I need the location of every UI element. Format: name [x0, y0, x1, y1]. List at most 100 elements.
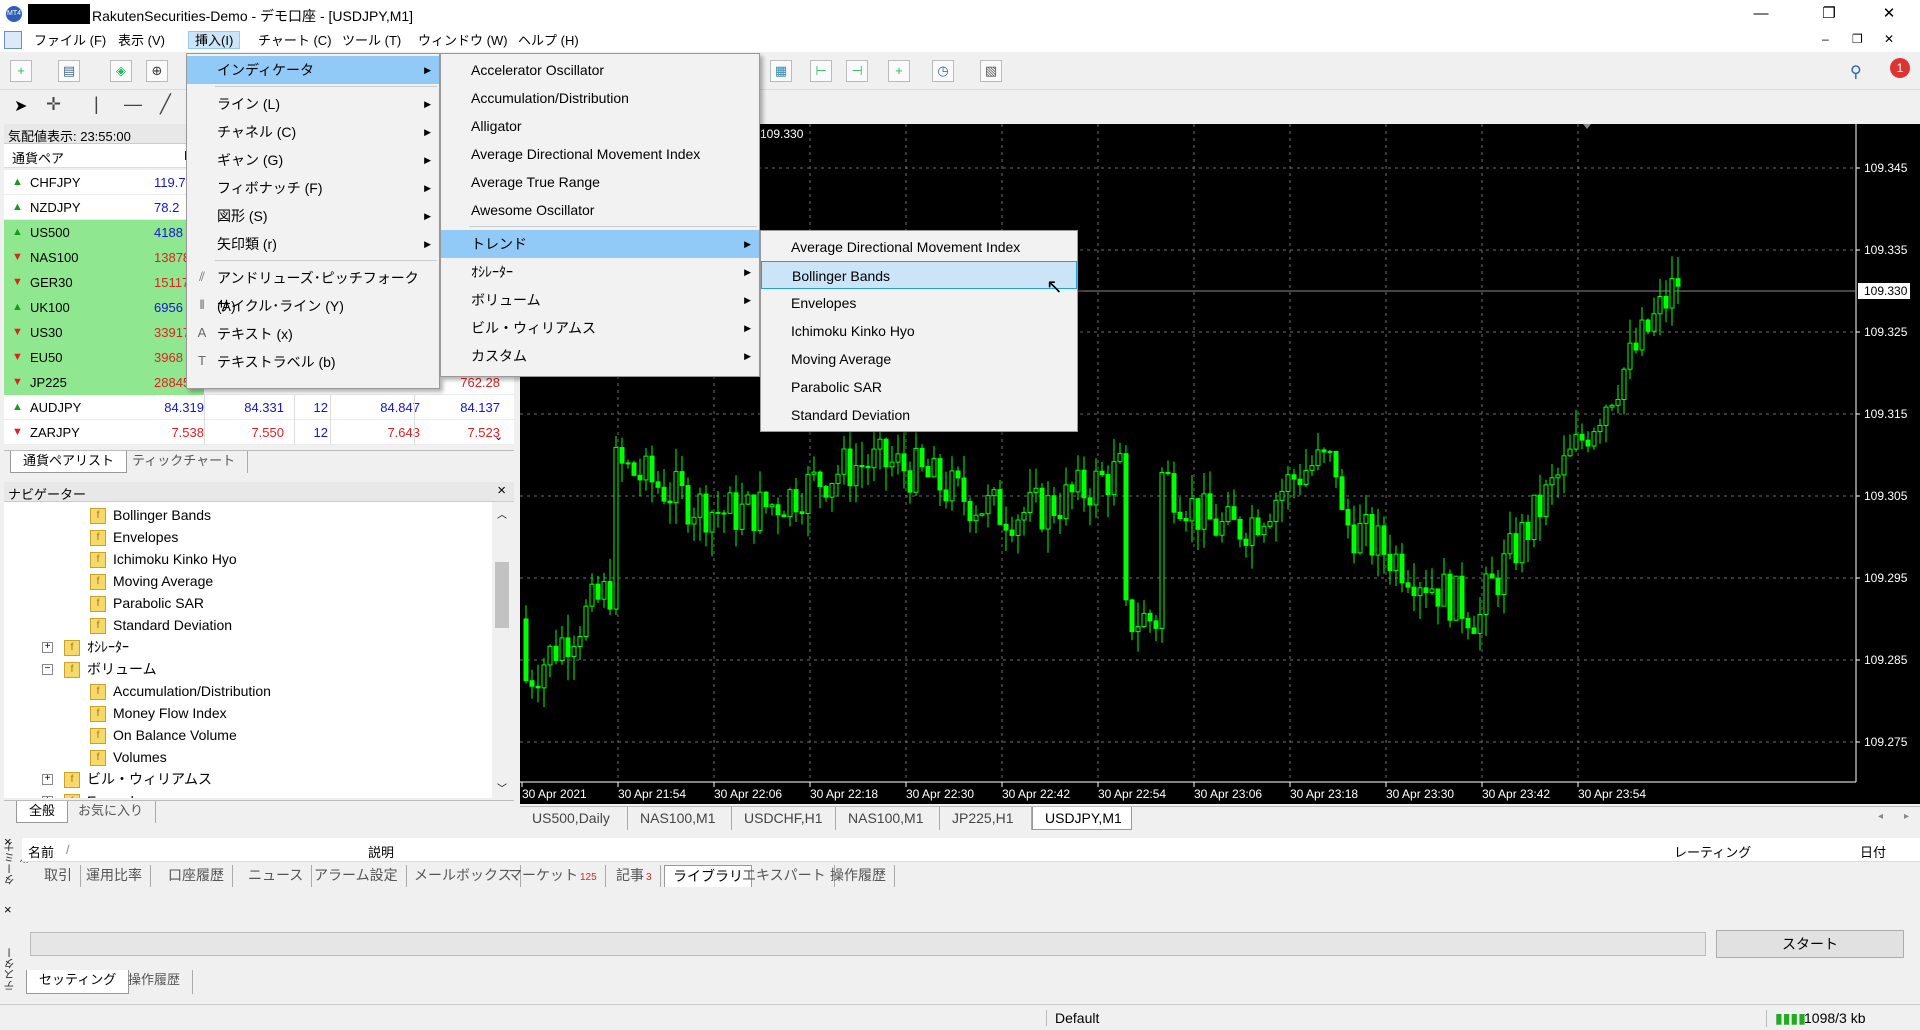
- menu-view[interactable]: 表示 (V): [112, 32, 171, 50]
- menu-item[interactable]: Average Directional Movement Index: [441, 140, 759, 168]
- menu-item[interactable]: Alligator: [441, 112, 759, 140]
- scroll-up-icon[interactable]: ︿: [497, 506, 507, 521]
- nav-tree-item[interactable]: f ｵｼﾚｰﾀｰ: [64, 636, 129, 658]
- navigator-scrollbar[interactable]: ︿ ﹀: [492, 502, 512, 798]
- menu-item[interactable]: A テキスト (x): [187, 320, 439, 348]
- scroll-down-icon[interactable]: ⌄: [494, 430, 503, 443]
- chart-shift-icon[interactable]: ⊢: [810, 60, 832, 82]
- indicators-icon[interactable]: +: [888, 60, 910, 82]
- nav-tree-item[interactable]: f Moving Average: [90, 570, 213, 592]
- menu-item[interactable]: Parabolic SAR: [761, 373, 1077, 401]
- menu-chart[interactable]: チャート (C): [252, 32, 338, 50]
- new-chart-icon[interactable]: +: [10, 60, 32, 82]
- notification-badge[interactable]: 1: [1890, 58, 1910, 78]
- tab-settings[interactable]: セッティング: [26, 970, 130, 994]
- menu-item[interactable]: Average Directional Movement Index: [761, 233, 1077, 261]
- menu-item[interactable]: ボリューム ▶: [441, 286, 759, 314]
- menu-item[interactable]: カスタム ▶: [441, 342, 759, 370]
- chart-tab[interactable]: NAS100,M1: [836, 807, 940, 830]
- market-watch-icon[interactable]: ◈: [110, 60, 132, 82]
- menu-item[interactable]: Standard Deviation: [761, 401, 1077, 429]
- crosshair-icon[interactable]: ✛: [46, 94, 61, 115]
- chart-tab[interactable]: NAS100,M1: [628, 807, 732, 830]
- menu-tools[interactable]: ツール (T): [336, 32, 407, 50]
- mdi-restore-icon[interactable]: ❐: [1852, 32, 1863, 46]
- menu-item[interactable]: Accumulation/Distribution: [441, 84, 759, 112]
- menu-item[interactable]: Ichimoku Kinko Hyo: [761, 317, 1077, 345]
- terminal-tab[interactable]: 運用比率: [78, 865, 151, 887]
- menu-insert[interactable]: 挿入(I): [188, 31, 241, 49]
- table-row[interactable]: ▼ ZARJPY 7.538 7.550 12 7.643 7.523: [4, 420, 514, 445]
- menu-item[interactable]: ギャン (G) ▶: [187, 146, 439, 174]
- navigator-close-icon[interactable]: ×: [497, 482, 506, 499]
- nav-tree-item[interactable]: f Money Flow Index: [90, 702, 227, 724]
- menu-item[interactable]: チャネル (C) ▶: [187, 118, 439, 146]
- crosshair-target-icon[interactable]: ⊕: [146, 60, 168, 82]
- tab-general[interactable]: 全般: [16, 801, 69, 823]
- chart-tab[interactable]: JP225,H1: [940, 807, 1032, 830]
- tab-journal[interactable]: 操作履歴: [116, 970, 194, 994]
- start-button[interactable]: スタート: [1716, 930, 1904, 958]
- nav-tree-item[interactable]: f Examples: [64, 790, 148, 798]
- tab-favorites[interactable]: お気に入り: [66, 801, 157, 823]
- chart-tab[interactable]: US500,Daily: [520, 807, 628, 830]
- nav-tree-item[interactable]: f ボリューム: [64, 658, 157, 680]
- terminal-tab[interactable]: マーケット 125: [500, 865, 606, 887]
- chart-tab[interactable]: USDJPY,M1: [1032, 807, 1132, 830]
- col-date[interactable]: 日付: [1860, 842, 1886, 861]
- tree-expander-icon[interactable]: +: [42, 796, 53, 798]
- menu-item[interactable]: Accelerator Oscillator: [441, 56, 759, 84]
- vertical-line-icon[interactable]: |: [94, 94, 99, 115]
- col-symbol[interactable]: 通貨ペア: [12, 148, 64, 167]
- nav-tree-item[interactable]: f On Balance Volume: [90, 724, 237, 746]
- mdi-close-icon[interactable]: ✕: [1884, 32, 1894, 46]
- menu-item[interactable]: ビル・ウィリアムス ▶: [441, 314, 759, 342]
- menu-item[interactable]: Moving Average: [761, 345, 1077, 373]
- menu-item[interactable]: ライン (L) ▶: [187, 90, 439, 118]
- menu-item[interactable]: 矢印類 (r) ▶: [187, 230, 439, 258]
- menu-item[interactable]: トレンド ▶: [441, 230, 759, 258]
- tile-windows-icon[interactable]: ▦: [770, 60, 792, 82]
- close-button[interactable]: ✕: [1866, 0, 1912, 28]
- terminal-tab[interactable]: アラーム設定: [306, 865, 407, 887]
- terminal-tab[interactable]: 操作履歴: [822, 865, 895, 887]
- terminal-tab[interactable]: エキスパート: [734, 865, 835, 887]
- menu-item[interactable]: フィボナッチ (F) ▶: [187, 174, 439, 202]
- nav-tree-item[interactable]: f Accumulation/Distribution: [90, 680, 271, 702]
- menu-item[interactable]: ‖ サイクル･ライン (Y): [187, 292, 439, 320]
- periods-clock-icon[interactable]: ◷: [932, 60, 954, 82]
- tree-expander-icon[interactable]: +: [42, 642, 53, 653]
- templates-icon[interactable]: ▧: [980, 60, 1002, 82]
- document-icon[interactable]: [4, 31, 22, 49]
- nav-tree-item[interactable]: f Parabolic SAR: [90, 592, 204, 614]
- nav-tree-item[interactable]: f Standard Deviation: [90, 614, 232, 636]
- nav-tree-item[interactable]: f ビル・ウィリアムス: [64, 768, 212, 790]
- search-icon[interactable]: ⚲: [1850, 62, 1862, 82]
- nav-tree-item[interactable]: f Envelopes: [90, 526, 178, 548]
- tester-close-icon[interactable]: ×: [4, 902, 12, 917]
- terminal-tab[interactable]: 記事 3: [608, 865, 661, 887]
- cursor-icon[interactable]: ➤: [14, 96, 27, 116]
- menu-item[interactable]: Envelopes: [761, 289, 1077, 317]
- scroll-down-icon[interactable]: ﹀: [497, 780, 507, 795]
- menu-item[interactable]: 図形 (S) ▶: [187, 202, 439, 230]
- terminal-tab[interactable]: 取引: [36, 865, 81, 887]
- tab-symbols[interactable]: 通貨ペアリスト: [10, 451, 128, 473]
- menu-item[interactable]: ⫽ アンドリューズ･ピッチフォーク (A): [187, 264, 439, 314]
- horizontal-line-icon[interactable]: —: [124, 94, 142, 115]
- minimize-button[interactable]: —: [1738, 0, 1784, 28]
- nav-tree-item[interactable]: f Volumes: [90, 746, 167, 768]
- menu-item[interactable]: ｵｼﾚｰﾀｰ ▶: [441, 258, 759, 286]
- menu-item[interactable]: インディケータ ▶: [187, 56, 439, 84]
- chart-tab[interactable]: USDCHF,H1: [732, 807, 836, 830]
- terminal-tab[interactable]: ニュース: [240, 865, 313, 887]
- menu-help[interactable]: ヘルプ (H): [512, 32, 585, 50]
- col-rating[interactable]: レーティング: [1674, 842, 1751, 861]
- profiles-icon[interactable]: ▤: [58, 60, 80, 82]
- nav-tree-item[interactable]: f Bollinger Bands: [90, 504, 211, 526]
- menu-file[interactable]: ファイル (F): [28, 32, 112, 50]
- col-name[interactable]: 名前: [28, 842, 54, 861]
- tree-expander-icon[interactable]: +: [42, 774, 53, 785]
- menu-item[interactable]: Average True Range: [441, 168, 759, 196]
- trendline-icon[interactable]: ╱: [160, 94, 171, 115]
